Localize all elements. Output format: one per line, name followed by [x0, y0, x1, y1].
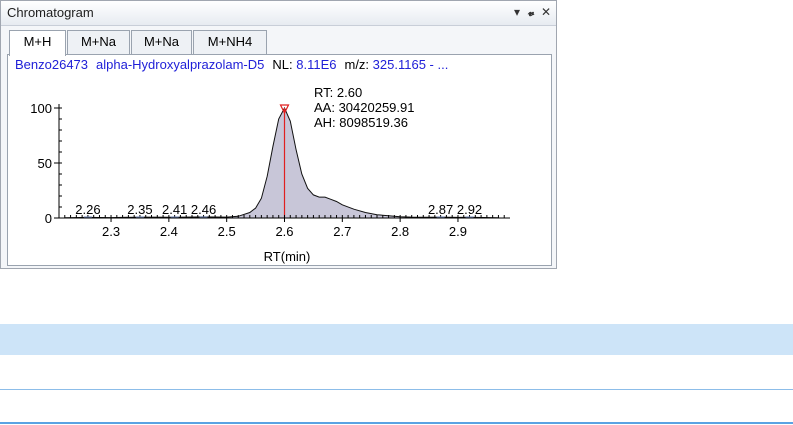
tab-m-h[interactable]: M+H	[9, 30, 66, 56]
annotation-rt: RT: 2.60	[314, 85, 362, 100]
chromatogram-content: Benzo26473 alpha-Hydroxyalprazolam-D5 NL: …	[7, 54, 552, 266]
tab-m-nh4[interactable]: M+NH4	[193, 30, 267, 54]
x-tick-label: 2.7	[333, 224, 351, 239]
nl-value: 8.11E6	[296, 57, 337, 72]
x-tick-label: 2.8	[391, 224, 409, 239]
table-bottom-border	[0, 422, 793, 424]
dropdown-icon[interactable]: ▾	[514, 4, 520, 20]
x-tick-label: 2.5	[218, 224, 236, 239]
pin-icon[interactable]: 𝓿	[528, 4, 534, 20]
close-icon[interactable]: ✕	[541, 4, 551, 20]
tab-m-na-2[interactable]: M+Na	[131, 30, 192, 54]
x-tick-label: 2.4	[160, 224, 178, 239]
y-tick-label: 0	[45, 211, 52, 226]
table-header-band	[0, 324, 793, 355]
annotation-aa: AA: 30420259.91	[314, 100, 414, 115]
x-tick-label: 2.9	[449, 224, 467, 239]
peak-label: 2.87	[428, 202, 453, 217]
panel-titlebar[interactable]: Chromatogram ▾ 𝓿 ✕	[1, 1, 556, 26]
y-tick-label: 50	[38, 156, 52, 171]
peak-label: 2.26	[75, 202, 100, 217]
y-tick-label: 100	[30, 101, 52, 116]
peak-label: 2.35	[127, 202, 152, 217]
trace-header: Benzo26473 alpha-Hydroxyalprazolam-D5 NL: …	[15, 57, 448, 72]
annotation-ah: AH: 8098519.36	[314, 115, 408, 130]
peak-label: 2.46	[191, 202, 216, 217]
compound-name: alpha-Hydroxyalprazolam-D5	[96, 57, 265, 72]
sample-name: Benzo26473	[15, 57, 89, 72]
panel-title: Chromatogram	[7, 5, 94, 20]
x-tick-label: 2.3	[102, 224, 120, 239]
peak-label: 2.92	[457, 202, 482, 217]
chromatogram-plot[interactable]: RT: 2.60 AA: 30420259.91 AH: 8098519.36 …	[8, 75, 551, 265]
nl-label: NL:	[272, 57, 293, 72]
x-axis-label: RT(min)	[264, 249, 311, 264]
mz-value: 325.1165 - ...	[372, 57, 449, 72]
chromatogram-panel: Chromatogram ▾ 𝓿 ✕ M+H M+Na M+Na M+NH4 B…	[0, 0, 557, 269]
x-tick-label: 2.6	[275, 224, 293, 239]
mz-label: m/z:	[344, 57, 370, 72]
tab-m-na-1[interactable]: M+Na	[67, 30, 130, 54]
peak-label: 2.41	[162, 202, 187, 217]
table-row-divider	[0, 389, 793, 390]
